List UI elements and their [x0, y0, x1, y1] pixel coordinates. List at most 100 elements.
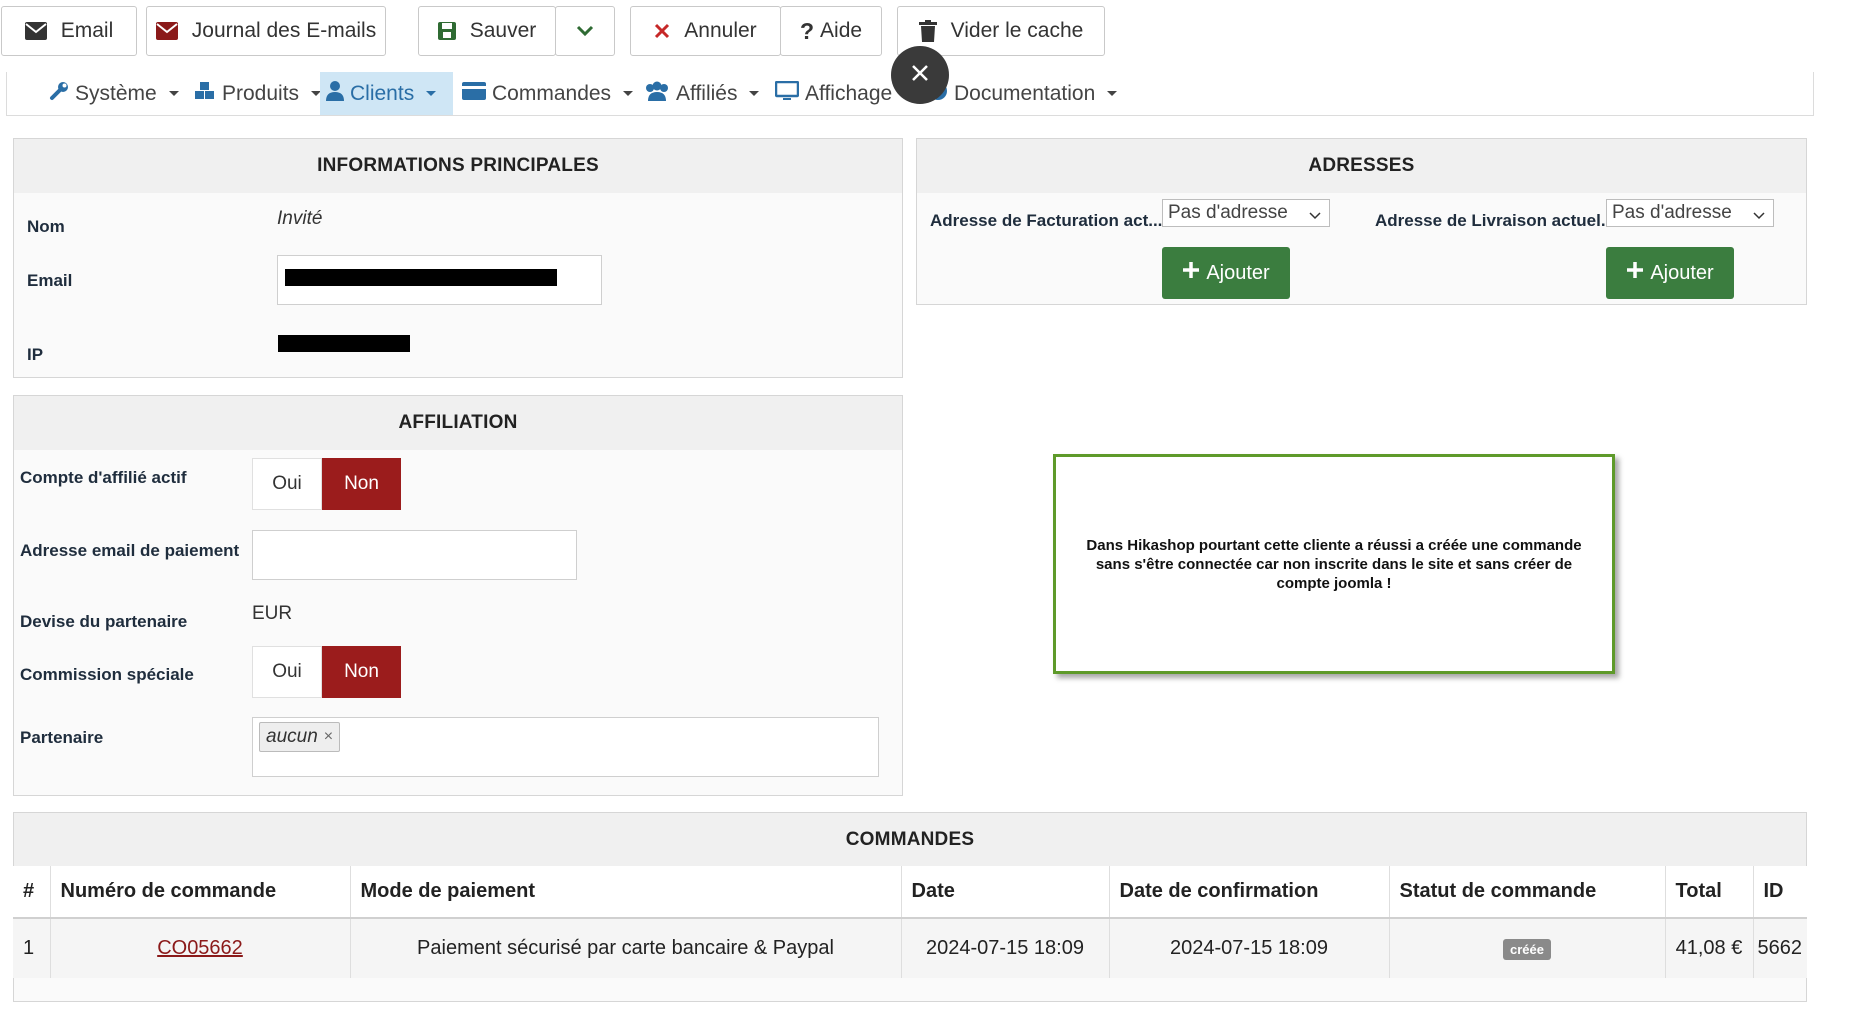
- add-billing-address-label: Ajouter: [1206, 261, 1270, 284]
- addresses-panel: ADRESSES Adresse de Facturation act... P…: [916, 138, 1807, 305]
- payment-email-input[interactable]: [252, 530, 577, 580]
- email-journal-button[interactable]: Journal des E-mails: [146, 6, 386, 56]
- wrench-icon: [49, 81, 69, 107]
- currency-label: Devise du partenaire: [20, 612, 188, 631]
- affiliation-title: AFFILIATION: [14, 396, 902, 450]
- menu-item-commandes[interactable]: Commandes: [456, 72, 639, 115]
- menu-label: Affichage: [805, 81, 893, 105]
- cancel-button-label: Annuler: [684, 19, 757, 42]
- add-billing-address-button[interactable]: Ajouter: [1162, 247, 1290, 299]
- addresses-title: ADRESSES: [917, 139, 1806, 193]
- users-icon: [644, 81, 670, 107]
- col-order-status[interactable]: Statut de commande: [1389, 866, 1666, 919]
- orders-table: # Numéro de commande Mode de paiement Da…: [13, 866, 1807, 978]
- user-icon: [326, 80, 344, 107]
- trash-icon: [918, 20, 937, 42]
- shipping-address-label: Adresse de Livraison actuel..: [1375, 211, 1611, 230]
- affiliate-active-yes[interactable]: Oui: [252, 458, 322, 510]
- affiliate-active-label: Compte d'affilié actif: [20, 468, 187, 487]
- menu-item-documentation[interactable]: Documentation: [922, 72, 1123, 115]
- partner-input[interactable]: aucun ×: [252, 717, 879, 777]
- menu-item-systeme[interactable]: Système: [43, 72, 185, 115]
- redacted-ip: [278, 335, 410, 352]
- main-info-title: INFORMATIONS PRINCIPALES: [14, 139, 902, 193]
- floppy-icon: [437, 22, 456, 40]
- menu-item-produits[interactable]: Produits: [188, 72, 327, 115]
- close-icon: [910, 63, 930, 88]
- menu-label: Commandes: [492, 81, 612, 105]
- shipping-address-select-value: Pas d'adresse: [1612, 202, 1732, 223]
- shipping-address-select[interactable]: Pas d'adresse: [1606, 199, 1774, 227]
- order-date: 2024-07-15 18:09: [901, 918, 1110, 978]
- menu-label: Documentation: [954, 81, 1096, 105]
- email-button-label: Email: [60, 19, 114, 42]
- order-total: 41,08 €: [1665, 918, 1754, 978]
- order-payment: Paiement sécurisé par carte bancaire & P…: [350, 918, 902, 978]
- orders-title: COMMANDES: [14, 813, 1806, 867]
- close-overlay-button[interactable]: [891, 46, 949, 104]
- cancel-button[interactable]: Annuler: [630, 6, 781, 56]
- menu-item-clients[interactable]: Clients: [320, 72, 453, 115]
- partner-tag: aucun ×: [259, 722, 341, 752]
- add-shipping-address-button[interactable]: Ajouter: [1606, 247, 1734, 299]
- payment-email-label: Adresse email de paiement: [20, 541, 240, 560]
- status-badge: créée: [1503, 939, 1551, 960]
- col-id[interactable]: ID: [1753, 866, 1807, 919]
- order-number-link[interactable]: CO05662: [157, 937, 243, 959]
- email-input[interactable]: [277, 255, 602, 305]
- col-payment-method[interactable]: Mode de paiement: [350, 866, 902, 919]
- order-confirmation-date: 2024-07-15 18:09: [1109, 918, 1390, 978]
- envelope-icon: [155, 22, 178, 40]
- affiliate-active-toggle: Oui Non: [252, 458, 401, 510]
- menu-label: Clients: [350, 81, 415, 105]
- special-commission-yes[interactable]: Oui: [252, 646, 322, 698]
- name-value: Invité: [277, 208, 323, 229]
- special-commission-label: Commission spéciale: [20, 665, 194, 684]
- col-date[interactable]: Date: [901, 866, 1110, 919]
- col-num[interactable]: #: [13, 866, 51, 919]
- affiliate-active-no[interactable]: Non: [322, 458, 401, 510]
- email-label: Email: [27, 271, 73, 290]
- col-total[interactable]: Total: [1665, 866, 1754, 919]
- add-shipping-address-label: Ajouter: [1650, 261, 1714, 284]
- help-button-label: Aide: [820, 19, 863, 42]
- special-commission-no[interactable]: Non: [322, 646, 401, 698]
- col-order-number[interactable]: Numéro de commande: [50, 866, 351, 919]
- chevron-down-icon: [1309, 206, 1321, 228]
- remove-tag-icon[interactable]: ×: [324, 728, 333, 746]
- menu-label: Produits: [222, 81, 300, 105]
- order-id: 5662: [1753, 918, 1807, 978]
- email-button[interactable]: Email: [1, 6, 137, 56]
- annotation-note: Dans Hikashop pourtant cette cliente a r…: [1053, 454, 1615, 674]
- plus-icon: [1626, 261, 1644, 285]
- billing-address-select[interactable]: Pas d'adresse: [1162, 199, 1330, 227]
- help-button[interactable]: ? Aide: [780, 6, 882, 56]
- ip-label: IP: [27, 345, 44, 364]
- menu-label: Affiliés: [676, 81, 738, 105]
- special-commission-toggle: Oui Non: [252, 646, 401, 698]
- order-number-cell: CO05662: [50, 918, 351, 978]
- main-info-panel: INFORMATIONS PRINCIPALES Nom Invité Emai…: [13, 138, 903, 378]
- billing-address-select-value: Pas d'adresse: [1168, 202, 1288, 223]
- save-button[interactable]: Sauver: [418, 6, 556, 56]
- affiliation-panel: AFFILIATION Compte d'affilié actif Oui N…: [13, 395, 903, 796]
- col-confirmation-date[interactable]: Date de confirmation: [1109, 866, 1390, 919]
- save-dropdown-button[interactable]: [555, 6, 615, 56]
- table-row: 1 CO05662 Paiement sécurisé par carte ba…: [13, 918, 1807, 978]
- close-icon: [654, 23, 670, 39]
- partner-tag-label: aucun: [266, 726, 318, 747]
- plus-icon: [1182, 261, 1200, 285]
- billing-address-label: Adresse de Facturation act...: [930, 211, 1163, 230]
- chevron-down-icon: [1753, 206, 1765, 228]
- credit-card-icon: [462, 81, 486, 106]
- name-label: Nom: [27, 217, 65, 236]
- chevron-down-icon: [576, 25, 594, 37]
- order-num: 1: [13, 918, 51, 978]
- order-status-cell: créée: [1389, 918, 1666, 978]
- orders-header-row: # Numéro de commande Mode de paiement Da…: [13, 866, 1807, 919]
- partner-label: Partenaire: [20, 728, 104, 747]
- menu-item-affilies[interactable]: Affiliés: [638, 72, 765, 115]
- cubes-icon: [194, 81, 216, 107]
- clear-cache-button-label: Vider le cache: [950, 19, 1084, 42]
- currency-value: EUR: [252, 603, 293, 624]
